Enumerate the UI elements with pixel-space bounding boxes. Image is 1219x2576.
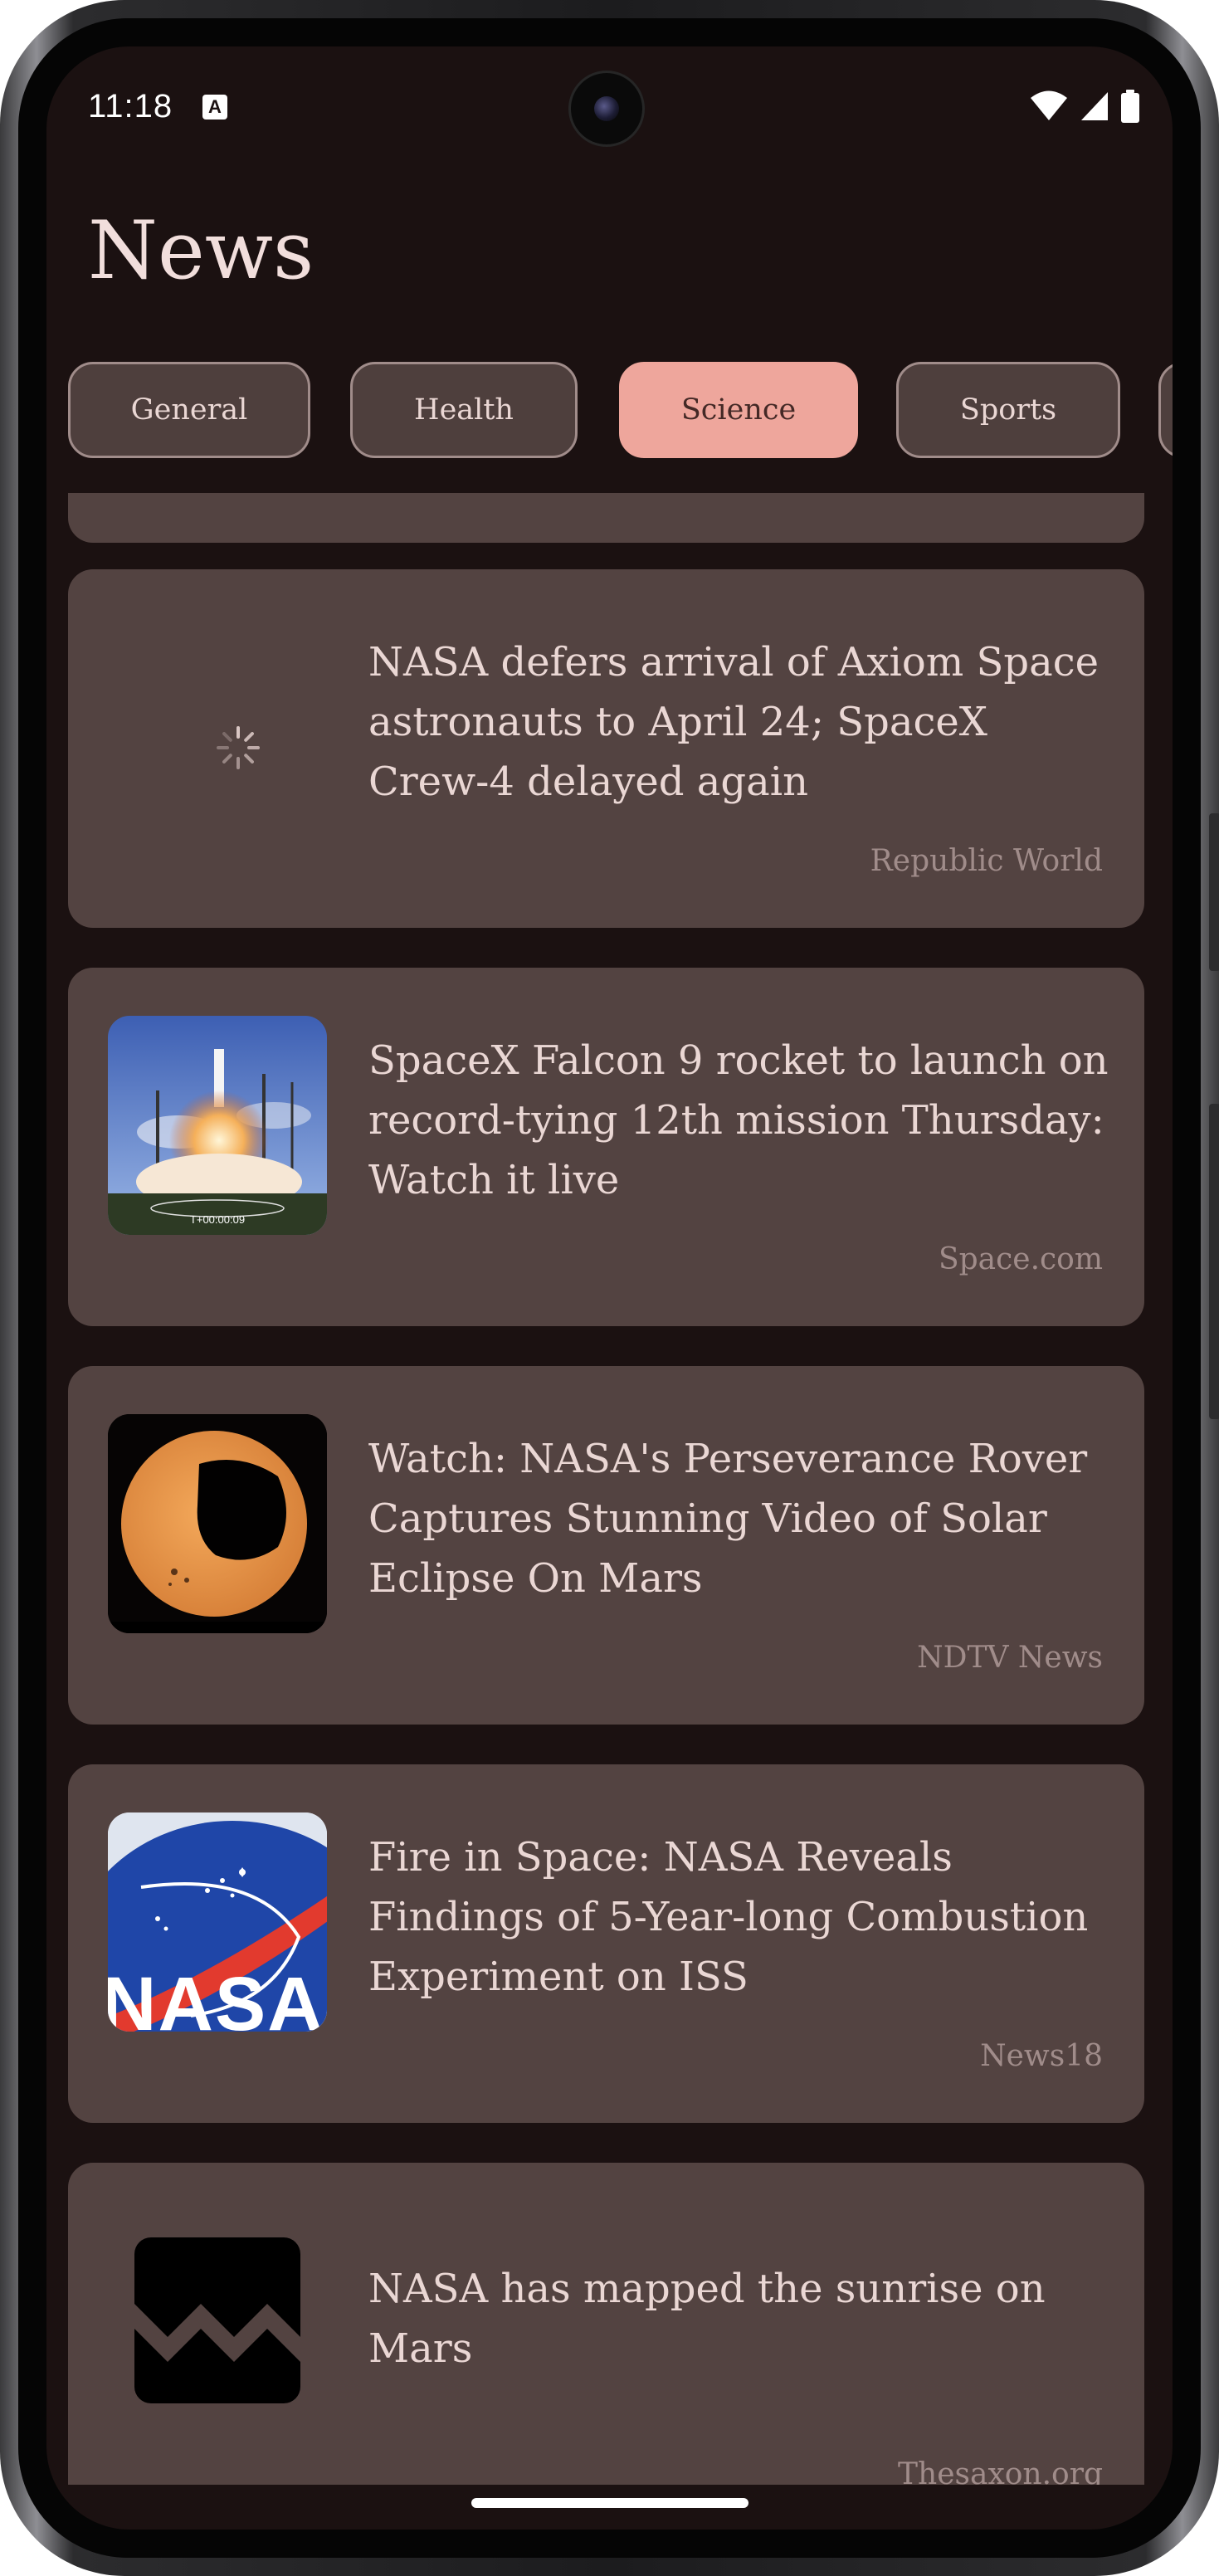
article-source: Republic World <box>870 844 1103 878</box>
front-camera <box>571 73 642 144</box>
rocket-launch-thumbnail: T+00:00:09 <box>108 1016 327 1235</box>
chip-health[interactable]: Health <box>350 362 578 458</box>
volume-button <box>1209 1104 1219 1419</box>
article-card[interactable]: T+00:00:09 SpaceX Falcon 9 rocket to lau… <box>68 968 1144 1326</box>
article-card[interactable]: NASA has mapped the sunrise on Mars Thes… <box>68 2163 1144 2485</box>
news-feed[interactable]: NASA defers arrival of Axiom Space astro… <box>46 493 1173 2485</box>
status-icons <box>1030 88 1139 124</box>
article-title: Watch: NASA's Perseverance Rover Capture… <box>368 1436 1088 1602</box>
nasa-logo-thumbnail: NASA <box>108 1812 327 2032</box>
article-card[interactable]: NASA defers arrival of Axiom Space astro… <box>68 569 1144 928</box>
category-chips: General Health Science Sports <box>46 362 1173 465</box>
article-source: Space.com <box>938 1242 1103 1276</box>
status-bar: 11:18 <box>46 46 1173 179</box>
article-title: NASA has mapped the sunrise on Mars <box>368 2266 1046 2372</box>
article-title: NASA defers arrival of Axiom Space astro… <box>368 639 1100 805</box>
chip-sports[interactable]: Sports <box>896 362 1120 458</box>
screen: 11:18 News General Health Scie <box>46 46 1173 2530</box>
article-source: News18 <box>980 2039 1103 2073</box>
loading-spinner-icon <box>217 726 260 769</box>
battery-icon <box>1121 90 1139 123</box>
article-source: NDTV News <box>917 1641 1103 1675</box>
phone-frame: 11:18 News General Health Scie <box>0 0 1219 2576</box>
page-title: News <box>88 204 315 297</box>
status-time: 11:18 <box>88 88 173 124</box>
nasa-thumbnail-caption: NASA <box>108 1962 324 2032</box>
solar-eclipse-thumbnail <box>108 1414 327 1633</box>
broken-image-icon <box>134 2237 300 2403</box>
chip-more[interactable] <box>1158 362 1173 458</box>
article-title: SpaceX Falcon 9 rocket to launch on reco… <box>368 1037 1109 1203</box>
chip-general[interactable]: General <box>68 362 310 458</box>
article-card-partial[interactable] <box>68 493 1144 543</box>
wifi-icon <box>1031 90 1067 120</box>
navigation-handle[interactable] <box>471 2498 748 2508</box>
signal-icon <box>1081 92 1108 120</box>
article-card[interactable]: NASA Fire in Space: NASA Reveals Finding… <box>68 1764 1144 2123</box>
chip-science[interactable]: Science <box>619 362 858 458</box>
a-icon <box>202 95 227 120</box>
power-button <box>1209 813 1219 971</box>
article-title: Fire in Space: NASA Reveals Findings of … <box>368 1834 1089 2000</box>
article-source: Thesaxon.org <box>898 2457 1103 2485</box>
rocket-thumbnail-caption: T+00:00:09 <box>190 1213 245 1226</box>
article-card[interactable]: Watch: NASA's Perseverance Rover Capture… <box>68 1366 1144 1725</box>
